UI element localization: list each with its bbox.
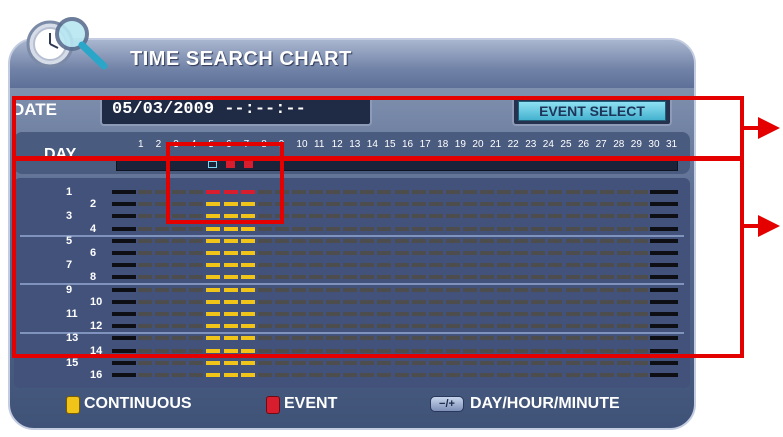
time-cell[interactable] — [309, 373, 323, 377]
time-cell[interactable] — [138, 373, 152, 377]
time-cell[interactable] — [274, 373, 289, 377]
clock-magnifier-icon — [26, 17, 108, 70]
time-cell[interactable] — [497, 373, 512, 377]
time-cell[interactable] — [343, 360, 358, 365]
time-cell[interactable] — [343, 373, 358, 377]
time-cell[interactable] — [428, 360, 443, 365]
event-legend-label: EVENT — [284, 395, 338, 412]
time-cell[interactable] — [155, 360, 170, 365]
time-cell[interactable] — [633, 373, 648, 377]
selected-day-highlight-box — [166, 142, 284, 224]
time-cell[interactable] — [394, 360, 409, 365]
time-cell[interactable] — [377, 373, 392, 377]
time-cell[interactable] — [360, 360, 375, 365]
time-cell[interactable] — [531, 360, 546, 365]
time-cell[interactable] — [206, 373, 221, 377]
time-cell[interactable] — [599, 373, 614, 377]
time-cell[interactable] — [565, 360, 580, 365]
date-day-highlight-box — [12, 96, 744, 161]
time-cell[interactable] — [548, 360, 563, 365]
time-cell[interactable] — [462, 373, 477, 377]
time-cell[interactable] — [189, 373, 204, 377]
time-cell[interactable] — [480, 360, 494, 365]
time-cell[interactable] — [240, 373, 255, 377]
time-cell[interactable] — [257, 360, 272, 365]
page-title: TIME SEARCH CHART — [130, 48, 352, 70]
time-cell[interactable] — [462, 360, 477, 365]
minus-plus-icon[interactable]: −/+ — [430, 396, 464, 412]
event-swatch — [266, 396, 280, 414]
time-cell[interactable] — [257, 373, 272, 377]
time-cell[interactable] — [240, 360, 255, 365]
time-cell[interactable] — [291, 373, 306, 377]
continuous-legend-label: CONTINUOUS — [84, 395, 192, 412]
continuous-swatch — [66, 396, 80, 414]
time-cell[interactable] — [326, 360, 341, 365]
time-cell[interactable] — [172, 360, 187, 365]
time-cell[interactable] — [531, 373, 546, 377]
row-start-bar — [112, 373, 136, 377]
row-end-bar — [650, 360, 678, 365]
arrow-date-head — [758, 117, 780, 139]
time-cell[interactable] — [360, 373, 375, 377]
time-cell[interactable] — [377, 360, 392, 365]
time-cell[interactable] — [582, 360, 597, 365]
nav-legend-label: DAY/HOUR/MINUTE — [470, 395, 620, 412]
time-cell[interactable] — [514, 360, 529, 365]
time-cell[interactable] — [616, 373, 631, 377]
time-cell[interactable] — [480, 373, 494, 377]
time-cell[interactable] — [274, 360, 289, 365]
time-cell[interactable] — [394, 373, 409, 377]
time-cell[interactable] — [155, 373, 170, 377]
time-cell[interactable] — [565, 373, 580, 377]
time-cell[interactable] — [428, 373, 443, 377]
time-cell[interactable] — [497, 360, 512, 365]
time-cell[interactable] — [616, 360, 631, 365]
time-cell[interactable] — [445, 373, 460, 377]
time-cell[interactable] — [599, 360, 614, 365]
time-cell[interactable] — [223, 360, 238, 365]
arrow-grid-head — [758, 215, 780, 237]
channel-number: 16 — [90, 369, 103, 381]
time-cell[interactable] — [138, 360, 152, 365]
time-cell[interactable] — [172, 373, 187, 377]
time-cell[interactable] — [206, 360, 221, 365]
time-cell[interactable] — [411, 360, 426, 365]
time-cell[interactable] — [633, 360, 648, 365]
time-cell[interactable] — [548, 373, 563, 377]
time-cell[interactable] — [326, 373, 341, 377]
channel-number: 15 — [66, 356, 79, 369]
time-cell[interactable] — [445, 360, 460, 365]
time-cell[interactable] — [514, 373, 529, 377]
time-cell[interactable] — [189, 360, 204, 365]
time-cell[interactable] — [223, 373, 238, 377]
time-cell[interactable] — [291, 360, 306, 365]
row-start-bar — [112, 360, 136, 365]
row-end-bar — [650, 373, 678, 377]
time-cell[interactable] — [411, 373, 426, 377]
time-cell[interactable] — [309, 360, 323, 365]
grid-highlight-box — [12, 156, 744, 358]
time-cell[interactable] — [582, 373, 597, 377]
